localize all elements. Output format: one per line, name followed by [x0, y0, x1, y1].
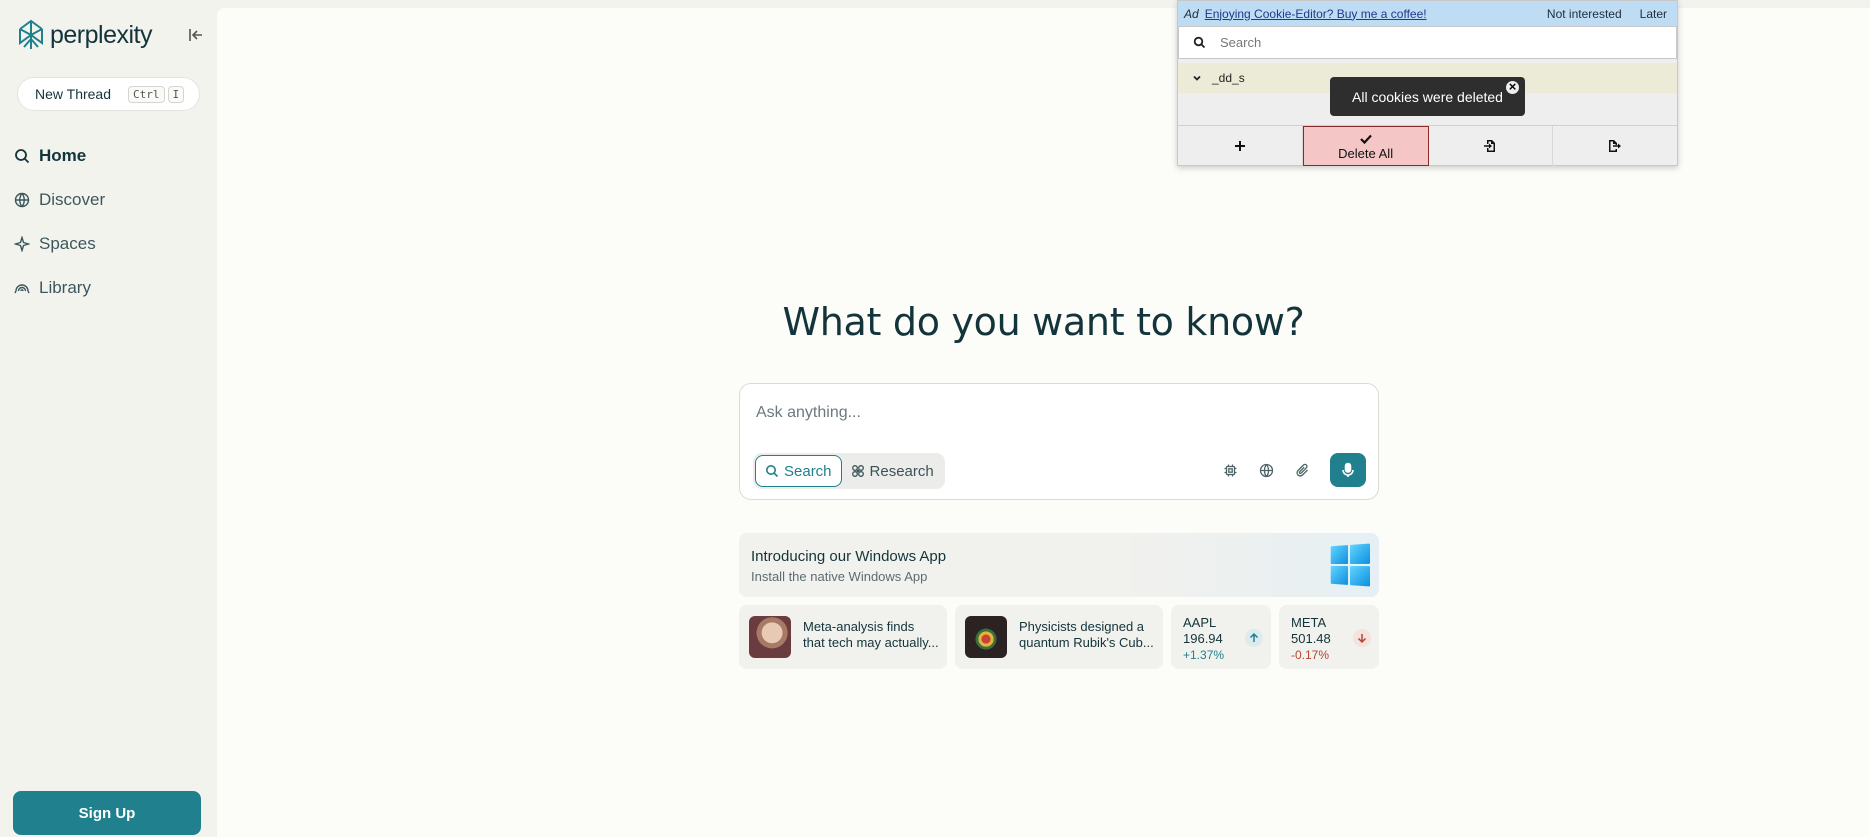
stock-price: 501.48 — [1291, 631, 1331, 646]
sidebar-item-label: Discover — [39, 190, 106, 209]
sidebar-item-discover[interactable]: Discover — [14, 178, 204, 222]
chip-icon — [1224, 464, 1236, 476]
close-icon[interactable]: × — [1506, 80, 1519, 94]
research-icon — [851, 465, 864, 477]
cookie-name: _dd_s — [1212, 71, 1245, 85]
sidebar: perplexity New Thread Ctrl I Home Discov… — [0, 0, 217, 837]
chevron-down-icon — [1193, 75, 1201, 81]
check-icon — [1359, 134, 1372, 144]
new-thread-button[interactable]: New Thread Ctrl I — [17, 77, 200, 111]
plus-icon — [1234, 141, 1245, 151]
stock-change: +1.37% — [1183, 648, 1225, 662]
windows-logo-icon — [1330, 543, 1371, 587]
sidebar-item-home[interactable]: Home — [14, 134, 204, 178]
search-icon — [15, 149, 30, 164]
add-cookie-button[interactable] — [1178, 126, 1303, 166]
brand-name: perplexity — [50, 20, 153, 49]
later-link[interactable]: Later — [1640, 7, 1667, 21]
shortcut-i: I — [167, 85, 185, 103]
perplexity-logo[interactable]: perplexity — [16, 18, 153, 52]
cookie-search-placeholder: Search — [1220, 35, 1262, 50]
research-mode-button[interactable]: Research — [842, 455, 943, 487]
discover-cards: Meta-analysis finds that tech may actual… — [739, 605, 1379, 669]
sidebar-item-label: Spaces — [39, 234, 96, 253]
ask-input[interactable] — [756, 398, 1356, 428]
library-icon — [14, 284, 30, 294]
ad-link[interactable]: Enjoying Cookie-Editor? Buy me a coffee! — [1205, 7, 1427, 21]
news-headline: Physicists designed a quantum Rubik's Cu… — [1019, 619, 1154, 650]
export-button[interactable] — [1553, 126, 1677, 166]
search-icon — [1193, 36, 1206, 49]
ask-tools — [1216, 453, 1366, 487]
ad-bar: Ad Enjoying Cookie-Editor? Buy me a coff… — [1178, 1, 1677, 26]
import-button[interactable] — [1429, 126, 1554, 166]
news-card[interactable]: Meta-analysis finds that tech may actual… — [739, 605, 947, 669]
new-thread-label: New Thread — [35, 86, 112, 102]
search-mode-button[interactable]: Search — [755, 455, 842, 487]
spaces-icon — [14, 236, 30, 252]
news-card[interactable]: Physicists designed a quantum Rubik's Cu… — [955, 605, 1163, 669]
cookie-editor-popup: Ad Enjoying Cookie-Editor? Buy me a coff… — [1177, 0, 1678, 166]
shortcut-ctrl: Ctrl — [128, 85, 165, 103]
toast-message: All cookies were deleted × — [1330, 77, 1525, 116]
search-mode-toggle: Search Research — [753, 453, 945, 489]
stock-card-meta[interactable]: META 501.48 -0.17% — [1279, 605, 1379, 669]
model-chip-button[interactable] — [1216, 456, 1244, 484]
paperclip-icon — [1295, 463, 1308, 477]
ask-box: Search Research — [739, 383, 1379, 500]
not-interested-link[interactable]: Not interested — [1547, 7, 1622, 21]
arrow-down-icon — [1353, 629, 1371, 647]
sidebar-item-label: Library — [39, 278, 91, 297]
delete-all-label: Delete All — [1338, 145, 1394, 161]
sidebar-item-label: Home — [39, 146, 87, 165]
perplexity-logo-icon — [19, 19, 43, 49]
sidebar-item-library[interactable]: Library — [14, 266, 204, 310]
cookie-search-field[interactable]: Search — [1178, 26, 1677, 59]
stock-card-aapl[interactable]: AAPL 196.94 +1.37% — [1171, 605, 1271, 669]
news-headline: Meta-analysis finds that tech may actual… — [803, 619, 939, 650]
search-icon — [766, 465, 779, 478]
research-mode-label: Research — [869, 462, 934, 480]
stock-symbol: META — [1291, 615, 1327, 630]
page-title: What do you want to know? — [782, 300, 1305, 344]
sidebar-item-spaces[interactable]: Spaces — [14, 222, 204, 266]
cookie-actions: Delete All — [1178, 125, 1677, 166]
export-icon — [1609, 140, 1622, 152]
search-mode-label: Search — [784, 462, 832, 480]
import-icon — [1484, 140, 1496, 152]
promo-title: Introducing our Windows App — [751, 548, 947, 565]
ad-tag: Ad — [1184, 6, 1199, 21]
sidebar-nav: Home Discover Spaces Library — [14, 134, 204, 310]
news-thumbnail — [965, 616, 1007, 658]
arrow-up-icon — [1245, 629, 1263, 647]
collapse-sidebar-icon[interactable] — [187, 26, 205, 44]
sign-up-button[interactable]: Sign Up — [13, 791, 201, 835]
windows-app-promo[interactable]: Introducing our Windows App Install the … — [739, 533, 1379, 597]
news-thumbnail — [749, 616, 791, 658]
globe-icon — [1259, 463, 1273, 477]
sources-button[interactable] — [1252, 456, 1280, 484]
attach-button[interactable] — [1288, 456, 1316, 484]
microphone-icon — [1342, 462, 1354, 477]
toast-text: All cookies were deleted — [1352, 88, 1503, 105]
stock-change: -0.17% — [1291, 648, 1330, 662]
delete-all-button[interactable]: Delete All — [1302, 126, 1429, 166]
stock-symbol: AAPL — [1183, 615, 1217, 630]
globe-icon — [14, 192, 30, 208]
promo-subtitle: Install the native Windows App — [751, 569, 928, 584]
stock-price: 196.94 — [1183, 631, 1223, 646]
voice-input-button[interactable] — [1330, 453, 1366, 487]
